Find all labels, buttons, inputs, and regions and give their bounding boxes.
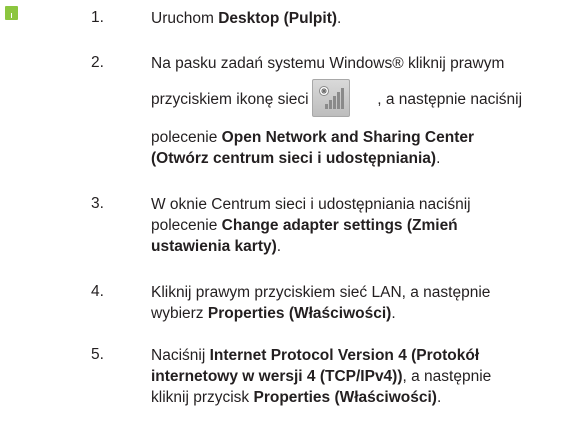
step-line: W oknie Centrum sieci i udostępniania na… xyxy=(151,196,471,213)
network-signal-icon xyxy=(312,79,350,117)
step-line: internetowy w wersji 4 (TCP/IPv4)), a na… xyxy=(151,368,492,385)
step-number: 3. xyxy=(91,195,104,212)
step-line: polecenie Open Network and Sharing Cente… xyxy=(151,129,475,146)
step-number: 2. xyxy=(91,54,104,71)
step-line: polecenie Change adapter settings (Zmień xyxy=(151,217,458,234)
step-line: ustawienia karty). xyxy=(151,238,282,255)
step-line: Kliknij prawym przyciskiem sieć LAN, a n… xyxy=(151,284,491,301)
step-line: wybierz Properties (Właściwości). xyxy=(151,305,396,322)
step-line: Naciśnij Internet Protocol Version 4 (Pr… xyxy=(151,347,480,364)
step-number: 1. xyxy=(91,9,104,26)
step-number: 5. xyxy=(91,346,104,363)
step-line: Na pasku zadań systemu Windows® kliknij … xyxy=(151,55,505,72)
step-line: (Otwórz centrum sieci i udostępniania). xyxy=(151,150,441,167)
step-number: 4. xyxy=(91,283,104,300)
chapter-tab-marker xyxy=(5,6,18,20)
step-line: Uruchom Desktop (Pulpit). xyxy=(151,10,342,27)
step-line: kliknij przycisk Properties (Właściwości… xyxy=(151,389,442,406)
